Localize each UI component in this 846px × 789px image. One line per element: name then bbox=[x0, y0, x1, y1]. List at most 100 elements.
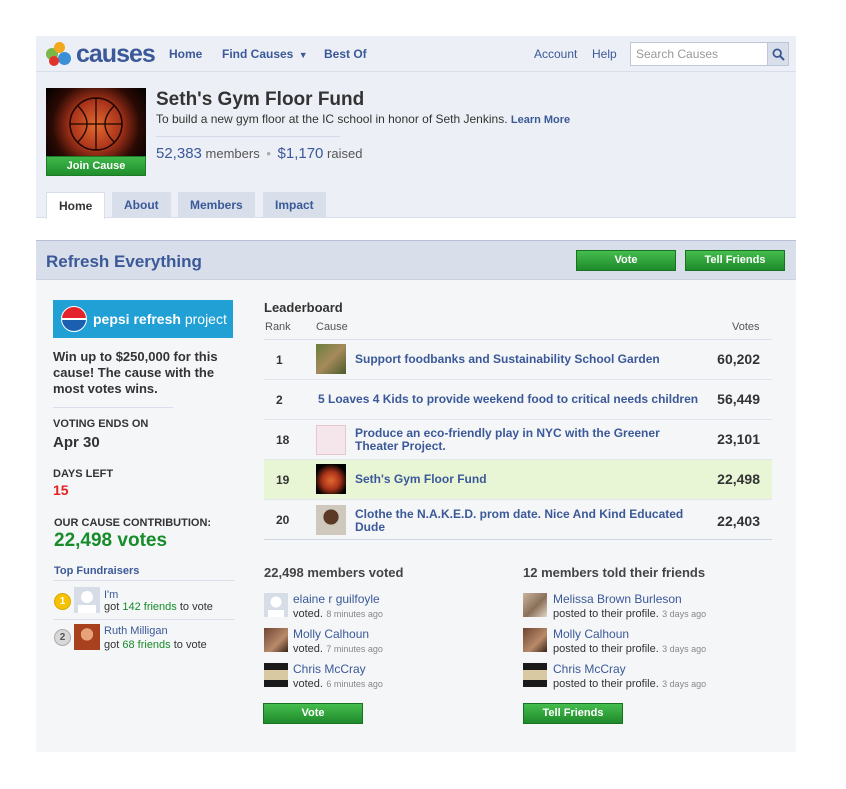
gold-rank-badge: 1 bbox=[54, 593, 71, 610]
activity-action: posted to their profile. bbox=[553, 643, 659, 655]
cause-thumbnail[interactable] bbox=[316, 464, 346, 494]
cause-description-text: To build a new gym floor at the IC schoo… bbox=[156, 112, 508, 126]
nav-find-causes-link[interactable]: Find Causes ▼ bbox=[222, 47, 308, 61]
activity-action: posted to their profile. bbox=[553, 608, 659, 620]
fundraiser-count: 142 friends bbox=[122, 601, 177, 613]
search-input[interactable]: Search Causes bbox=[630, 42, 768, 66]
leaderboard-row-current[interactable]: 19 Seth's Gym Floor Fund 22,498 bbox=[264, 460, 772, 500]
causes-logo[interactable]: causes bbox=[44, 40, 156, 68]
leaderboard-votes: 56,449 bbox=[717, 391, 760, 407]
nav-find-causes-label: Find Causes bbox=[222, 47, 294, 61]
tab-home[interactable]: Home bbox=[46, 192, 106, 219]
pepsi-refresh-logo[interactable]: pepsi refresh project bbox=[53, 300, 233, 338]
cause-thumbnail[interactable] bbox=[316, 344, 346, 374]
search-icon bbox=[771, 47, 785, 61]
cause-thumbnail[interactable] bbox=[316, 425, 346, 455]
leaderboard-rank: 2 bbox=[276, 393, 283, 407]
avatar[interactable] bbox=[264, 593, 288, 617]
nav-help-link[interactable]: Help bbox=[592, 47, 617, 61]
leaderboard-rank: 1 bbox=[276, 353, 283, 367]
cause-image[interactable] bbox=[46, 88, 146, 156]
tab-members[interactable]: Members bbox=[178, 192, 255, 218]
days-left-value: 15 bbox=[53, 482, 69, 498]
member-name-link[interactable]: Molly Calhoun bbox=[553, 627, 629, 641]
member-name-link[interactable]: Chris McCray bbox=[553, 662, 626, 676]
tell-friends-button-bottom[interactable]: Tell Friends bbox=[523, 703, 623, 724]
top-fundraisers-title: Top Fundraisers bbox=[54, 565, 140, 577]
vote-button-top[interactable]: Vote bbox=[576, 250, 676, 271]
nav-best-of-link[interactable]: Best Of bbox=[324, 47, 367, 61]
activity-detail: posted to their profile. 3 days ago bbox=[553, 606, 706, 620]
leaderboard-row[interactable]: 20 Clothe the N.A.K.E.D. prom date. Nice… bbox=[264, 500, 772, 540]
activity-item: Melissa Brown Burleson posted to their p… bbox=[523, 592, 753, 626]
member-name-link[interactable]: Molly Calhoun bbox=[293, 627, 369, 641]
leaderboard-cause-link[interactable]: Support foodbanks and Sustainability Sch… bbox=[355, 353, 705, 366]
fundraiser-detail: got 68 friends to vote bbox=[104, 639, 207, 651]
members-voted-title: 22,498 members voted bbox=[264, 565, 404, 580]
silver-rank-badge: 2 bbox=[54, 629, 71, 646]
leaderboard-title: Leaderboard bbox=[264, 300, 343, 315]
member-name-link[interactable]: elaine r guilfoyle bbox=[293, 592, 380, 606]
pepsi-logo-bold: pepsi refresh bbox=[93, 311, 181, 327]
avatar[interactable] bbox=[74, 624, 100, 650]
activity-time: 6 minutes ago bbox=[326, 679, 383, 689]
activity-time: 3 days ago bbox=[662, 609, 707, 619]
cause-stats: 52,383 members • $1,170 raised bbox=[156, 145, 362, 162]
activity-detail: voted. 6 minutes ago bbox=[293, 676, 383, 690]
tab-impact[interactable]: Impact bbox=[263, 192, 326, 218]
leaderboard-votes: 60,202 bbox=[717, 351, 760, 367]
divider bbox=[156, 136, 340, 137]
leaderboard-row[interactable]: 2 5 Loaves 4 Kids to provide weekend foo… bbox=[264, 380, 772, 420]
nav-account-link[interactable]: Account bbox=[534, 47, 577, 61]
avatar[interactable] bbox=[523, 628, 547, 652]
leaderboard-cause-link[interactable]: 5 Loaves 4 Kids to provide weekend food … bbox=[318, 393, 718, 406]
raised-label: raised bbox=[327, 146, 363, 161]
votes-column-header: Votes bbox=[732, 321, 760, 333]
avatar[interactable] bbox=[264, 663, 288, 687]
fundraiser-suffix: to vote bbox=[179, 601, 213, 613]
join-cause-button[interactable]: Join Cause bbox=[46, 156, 146, 176]
cause-description: To build a new gym floor at the IC schoo… bbox=[156, 112, 570, 126]
contribution-label: OUR CAUSE CONTRIBUTION: bbox=[54, 517, 212, 529]
leaderboard-row[interactable]: 18 Produce an eco-friendly play in NYC w… bbox=[264, 420, 772, 460]
member-name-link[interactable]: Melissa Brown Burleson bbox=[553, 592, 682, 606]
leaderboard-cause-link[interactable]: Seth's Gym Floor Fund bbox=[355, 473, 705, 486]
fundraiser-name[interactable]: I'm bbox=[104, 589, 118, 601]
vote-button-bottom[interactable]: Vote bbox=[263, 703, 363, 724]
pepsi-logo-light: project bbox=[184, 311, 227, 327]
activity-time: 3 days ago bbox=[662, 644, 707, 654]
tell-friends-button-top[interactable]: Tell Friends bbox=[685, 250, 785, 271]
fundraiser-suffix: to vote bbox=[173, 639, 207, 651]
member-name-link[interactable]: Chris McCray bbox=[293, 662, 366, 676]
causes-logo-icon bbox=[44, 40, 74, 68]
members-count[interactable]: 52,383 bbox=[156, 145, 202, 162]
nav-home-link[interactable]: Home bbox=[169, 47, 202, 61]
fundraiser-detail: got 142 friends to vote bbox=[104, 601, 213, 613]
activity-item: Chris McCray posted to their profile. 3 … bbox=[523, 662, 753, 696]
avatar[interactable] bbox=[523, 593, 547, 617]
search-button[interactable] bbox=[767, 42, 789, 66]
default-avatar-icon bbox=[268, 596, 284, 617]
learn-more-link[interactable]: Learn More bbox=[511, 114, 570, 126]
activity-action: voted. bbox=[293, 608, 323, 620]
activity-item: Molly Calhoun posted to their profile. 3… bbox=[523, 627, 753, 661]
leaderboard-rank: 18 bbox=[276, 433, 290, 447]
leaderboard-cause-link[interactable]: Produce an eco-friendly play in NYC with… bbox=[355, 427, 675, 453]
avatar[interactable] bbox=[74, 587, 100, 613]
cause-thumbnail[interactable] bbox=[316, 505, 346, 535]
fundraiser-row: 2 Ruth Milligan got 68 friends to vote bbox=[54, 624, 234, 660]
tab-about[interactable]: About bbox=[112, 192, 171, 218]
cause-title: Seth's Gym Floor Fund bbox=[156, 89, 365, 110]
bullet-separator: • bbox=[266, 146, 271, 161]
avatar[interactable] bbox=[264, 628, 288, 652]
activity-detail: posted to their profile. 3 days ago bbox=[553, 676, 706, 690]
leaderboard-row[interactable]: 1 Support foodbanks and Sustainability S… bbox=[264, 340, 772, 380]
fundraiser-prefix: got bbox=[104, 601, 120, 613]
raised-amount[interactable]: $1,170 bbox=[278, 145, 324, 162]
days-left-label: DAYS LEFT bbox=[53, 468, 114, 480]
leaderboard-cause-link[interactable]: Clothe the N.A.K.E.D. prom date. Nice An… bbox=[355, 508, 685, 534]
leaderboard-votes: 23,101 bbox=[717, 431, 760, 447]
avatar[interactable] bbox=[523, 663, 547, 687]
contribution-value: 22,498 votes bbox=[54, 530, 168, 551]
fundraiser-name[interactable]: Ruth Milligan bbox=[104, 625, 168, 637]
